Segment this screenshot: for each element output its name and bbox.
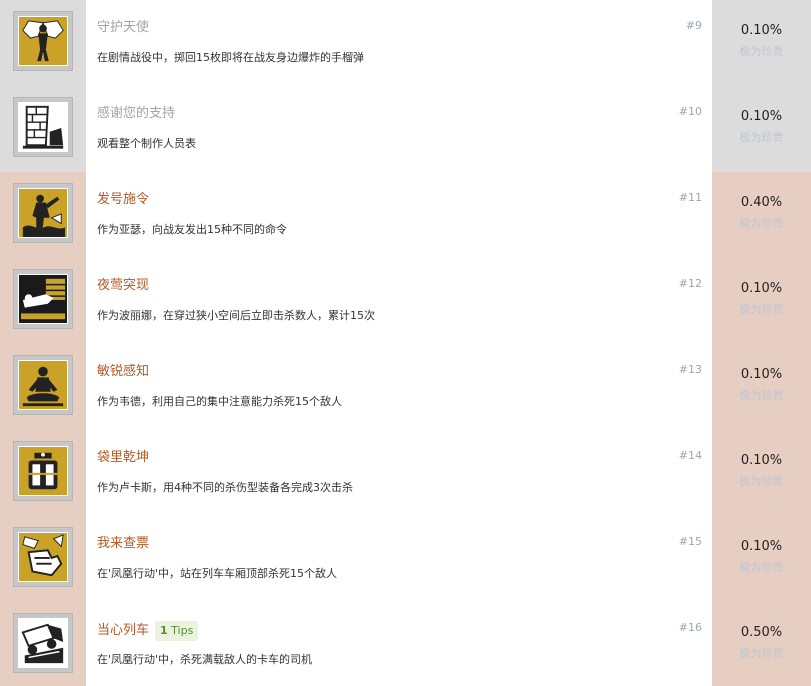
truck-crash-icon [18,618,68,668]
brick-wall-icon [18,102,68,152]
achievement-title[interactable]: 袋里乾坤 [97,449,149,467]
achievement-number: #13 [678,363,702,376]
achievement-title[interactable]: 我来查票 [97,535,149,553]
crawl-tunnel-icon [18,274,68,324]
unlock-percentage: 0.50% [740,625,783,640]
achievement-title[interactable]: 发号施令 [97,191,149,209]
achievement-number: #12 [678,277,702,290]
achievement-description: 作为韦德，利用自己的集中注意能力杀死15个敌人 [97,395,342,408]
angel-icon [18,16,68,66]
achievement-row[interactable]: 敏锐感知 作为韦德，利用自己的集中注意能力杀死15个敌人 #13 0.10% 极… [0,344,811,430]
achievement-row[interactable]: 夜莺突现 作为波丽娜，在穿过狭小空间后立即击杀数人，累计15次 #12 0.10… [0,258,811,344]
achievement-description: 在剧情战役中，掷回15枚即将在战友身边爆炸的手榴弹 [97,51,364,64]
rarity-label: 极为珍贵 [739,303,784,316]
unlock-percentage: 0.10% [740,367,783,382]
tips-label: Tips [171,624,194,637]
achievement-row[interactable]: 感谢您的支持 观看整个制作人员表 #10 0.10% 极为珍贵 [0,86,811,172]
achievement-description: 在'凤凰行动'中，站在列车车厢顶部杀死15个敌人 [97,567,338,580]
achievement-title[interactable]: 感谢您的支持 [97,105,175,123]
achievement-number: #11 [678,191,702,204]
achievement-title[interactable]: 守护天使 [97,19,149,37]
achievement-row[interactable]: 我来查票 在'凤凰行动'中，站在列车车厢顶部杀死15个敌人 #15 0.10% … [0,516,811,602]
achievement-row[interactable]: 袋里乾坤 作为卢卡斯，用4种不同的杀伤型装备各完成3次击杀 #14 0.10% … [0,430,811,516]
tips-count: 1 [160,624,168,637]
achievement-row[interactable]: 发号施令 作为亚瑟，向战友发出15种不同的命令 #11 0.40% 极为珍贵 [0,172,811,258]
ticket-hand-icon [18,532,68,582]
achievement-description: 作为卢卡斯，用4种不同的杀伤型装备各完成3次击杀 [97,481,353,494]
unlock-percentage: 0.40% [740,195,783,210]
achievement-number: #9 [685,19,702,32]
achievement-description: 观看整个制作人员表 [97,137,196,150]
achievement-number: #10 [678,105,702,118]
unlock-percentage: 0.10% [740,109,783,124]
unlock-percentage: 0.10% [740,453,783,468]
rarity-label: 极为珍贵 [739,45,784,58]
achievement-number: #15 [678,535,702,548]
achievement-title[interactable]: 敏锐感知 [97,363,149,381]
rarity-label: 极为珍贵 [739,389,784,402]
rarity-label: 极为珍贵 [739,647,784,660]
unlock-percentage: 0.10% [740,539,783,554]
achievement-list: 守护天使 在剧情战役中，掷回15枚即将在战友身边爆炸的手榴弹 #9 0.10% … [0,0,811,686]
achievement-row[interactable]: 当心列车 1 Tips 在'凤凰行动'中，杀死满载敌人的卡车的司机 #16 0.… [0,602,811,686]
unlock-percentage: 0.10% [740,23,783,38]
rarity-label: 极为珍贵 [739,561,784,574]
achievement-number: #16 [678,621,702,634]
meditation-icon [18,360,68,410]
rarity-label: 极为珍贵 [739,131,784,144]
achievement-description: 作为波丽娜，在穿过狭小空间后立即击杀数人，累计15次 [97,309,375,322]
achievement-title[interactable]: 当心列车 [97,622,149,640]
achievement-description: 作为亚瑟，向战友发出15种不同的命令 [97,223,287,236]
rarity-label: 极为珍贵 [739,217,784,230]
rarity-label: 极为珍贵 [739,475,784,488]
achievement-title[interactable]: 夜莺突现 [97,277,149,295]
explosives-icon [18,446,68,496]
tips-badge[interactable]: 1 Tips [155,621,199,641]
achievement-description: 在'凤凰行动'中，杀死满载敌人的卡车的司机 [97,653,313,666]
soldier-command-icon [18,188,68,238]
achievement-row[interactable]: 守护天使 在剧情战役中，掷回15枚即将在战友身边爆炸的手榴弹 #9 0.10% … [0,0,811,86]
achievement-number: #14 [678,449,702,462]
unlock-percentage: 0.10% [740,281,783,296]
